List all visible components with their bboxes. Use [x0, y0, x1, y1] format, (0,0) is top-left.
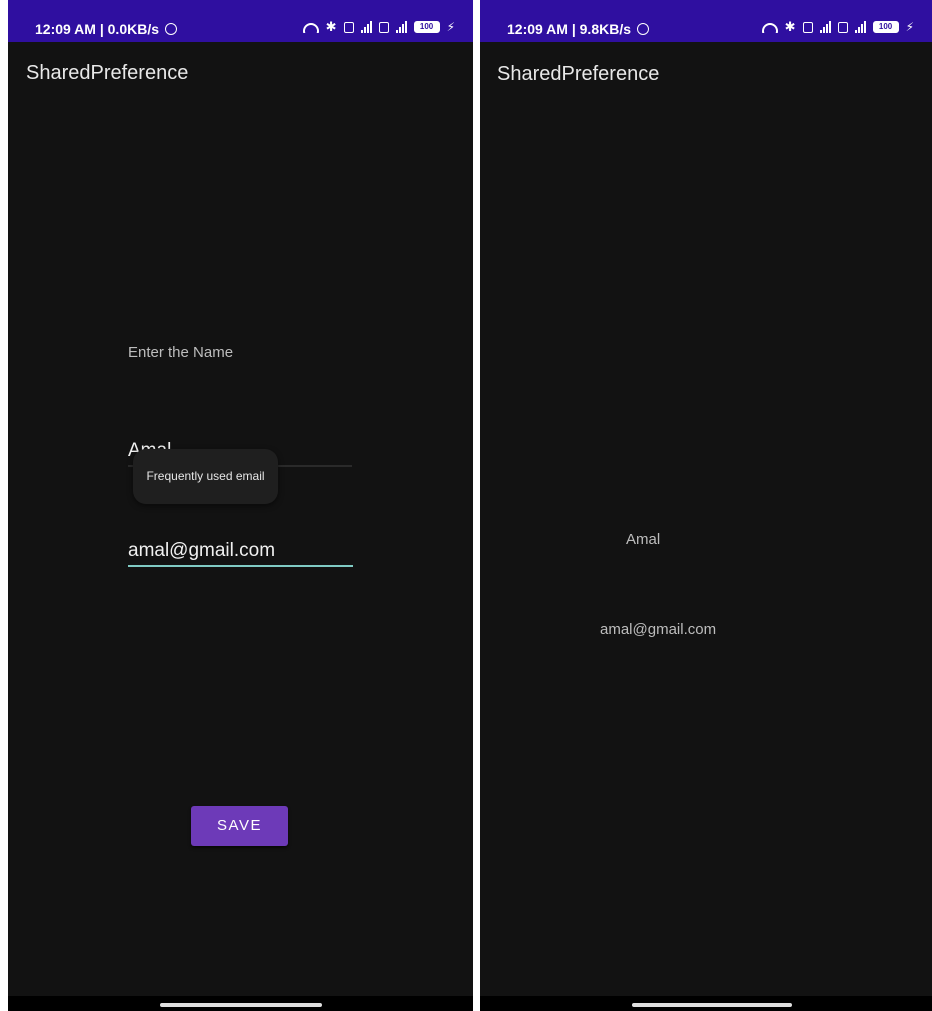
bluetooth-icon: ✱	[325, 19, 337, 34]
status-time: 12:09 AM | 0.0KB/s	[35, 21, 160, 37]
home-indicator[interactable]	[160, 1003, 322, 1007]
home-indicator[interactable]	[632, 1003, 792, 1007]
signal-icon	[819, 21, 831, 33]
name-label: Enter the Name	[128, 344, 234, 361]
sim-icon	[343, 21, 354, 33]
sim-icon	[837, 21, 848, 33]
alarm-icon	[637, 23, 650, 35]
sim-icon	[802, 21, 813, 33]
phone-screen-output: 12:09 AM | 9.8KB/s ✱ 100 ⚡ SharedPrefere…	[480, 0, 932, 1011]
signal-icon	[395, 21, 407, 33]
sim-icon	[378, 21, 389, 33]
wifi-icon	[761, 21, 778, 33]
alarm-icon	[165, 23, 178, 35]
phone-screen-input: 12:09 AM | 0.0KB/s ✱ 100 ⚡ SharedPrefere…	[8, 0, 473, 1011]
status-icons: ✱ 100 ⚡	[302, 19, 455, 35]
saved-name-text: Amal	[626, 531, 661, 548]
email-input[interactable]: amal@gmail.com	[128, 540, 275, 562]
autofill-tooltip[interactable]: Frequently used email	[133, 449, 278, 504]
saved-email-text: amal@gmail.com	[600, 621, 717, 638]
status-time: 12:09 AM | 9.8KB/s	[507, 21, 632, 37]
status-bar: 12:09 AM | 0.0KB/s ✱ 100 ⚡	[8, 0, 473, 42]
status-bar: 12:09 AM | 9.8KB/s ✱ 100 ⚡	[480, 0, 932, 42]
signal-icon	[854, 21, 866, 33]
save-button[interactable]: SAVE	[191, 806, 288, 846]
app-title: SharedPreference	[497, 63, 660, 85]
signal-icon	[360, 21, 372, 33]
bluetooth-icon: ✱	[784, 19, 796, 34]
battery-icon: 100	[872, 21, 899, 33]
email-input-underline	[128, 565, 353, 567]
charging-icon: ⚡	[905, 20, 914, 34]
charging-icon: ⚡	[446, 20, 455, 34]
battery-icon: 100	[413, 21, 440, 33]
app-title: SharedPreference	[26, 62, 189, 84]
wifi-icon	[302, 21, 319, 33]
status-icons: ✱ 100 ⚡	[761, 19, 914, 35]
